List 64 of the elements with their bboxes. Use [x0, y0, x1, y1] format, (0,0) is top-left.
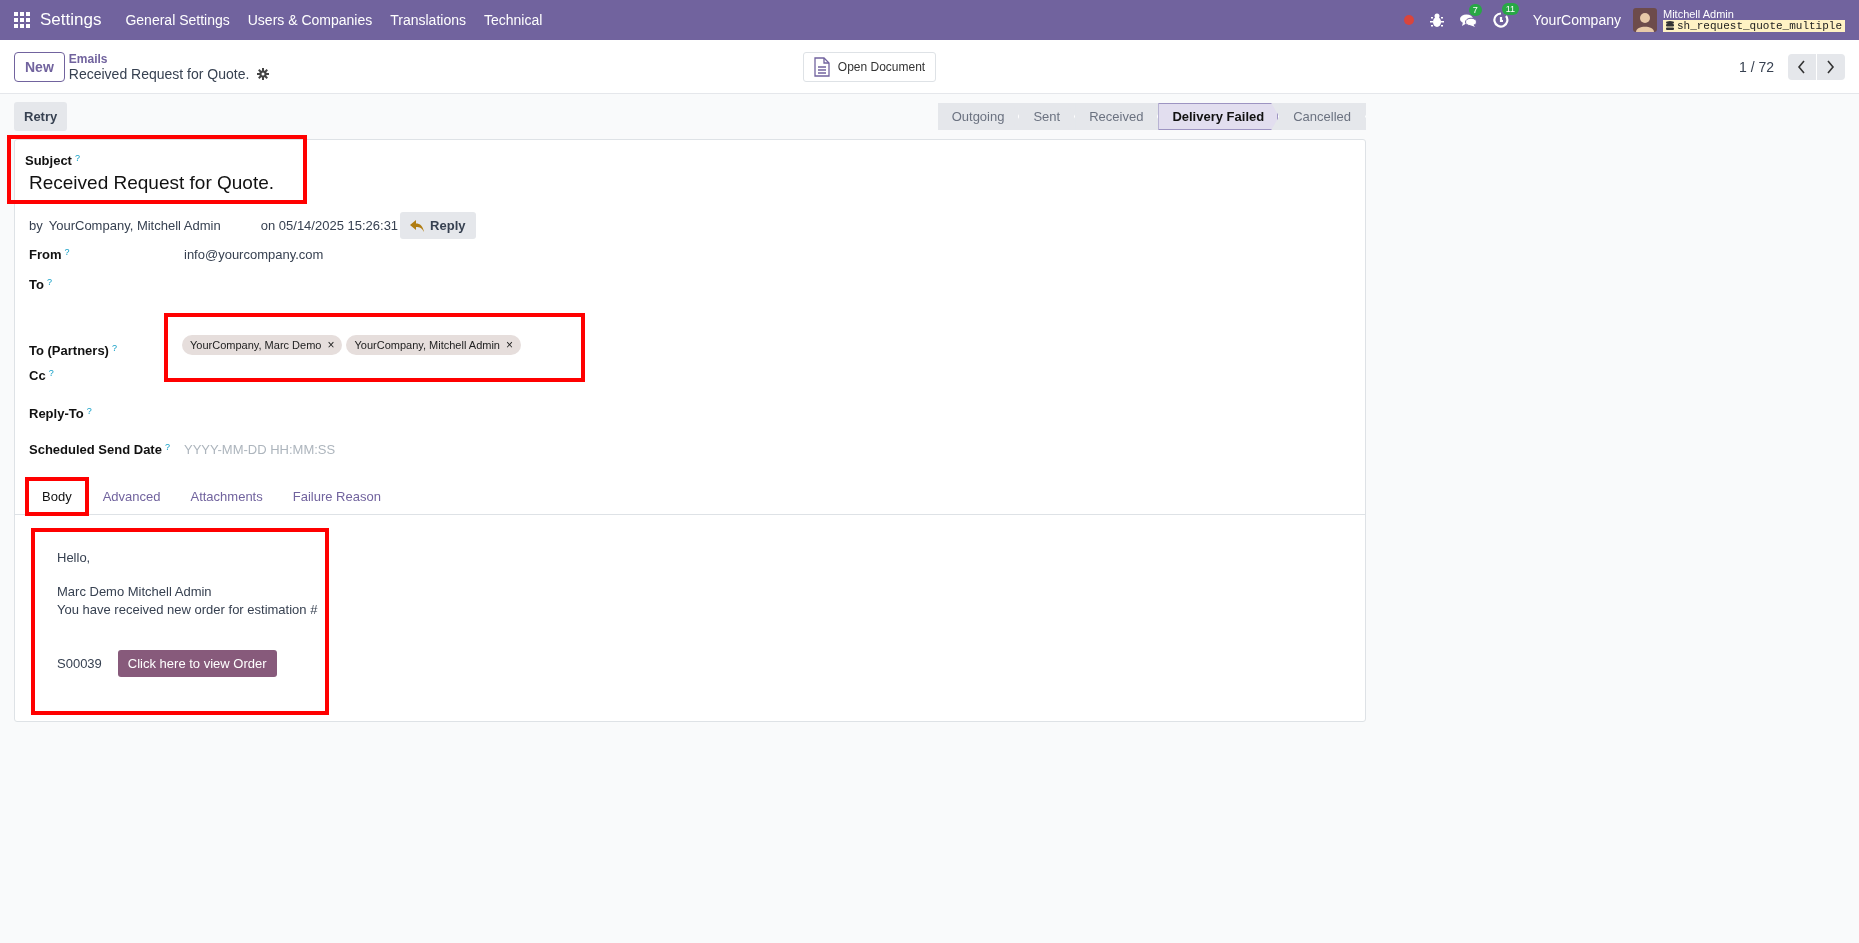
help-mark[interactable]: ?: [64, 247, 70, 257]
field-value: info@yourcompany.com: [184, 247, 324, 262]
document-icon: [813, 56, 830, 77]
company-name[interactable]: YourCompany: [1532, 12, 1621, 28]
body-text: Marc Demo Mitchell Admin: [57, 583, 213, 601]
new-button[interactable]: New: [14, 51, 65, 82]
avatar-icon[interactable]: [1632, 8, 1657, 32]
chevron-right-icon: [1826, 59, 1836, 74]
reply-arrow-icon: [410, 219, 425, 232]
tab[interactable]: Advanced: [87, 478, 176, 514]
gear-icon[interactable]: [257, 67, 270, 80]
app-menu-icon[interactable]: [14, 12, 30, 28]
database-name: sh_request_quote_multiple: [1676, 20, 1842, 33]
nav-menu-item[interactable]: General Settings: [125, 12, 230, 28]
help-mark[interactable]: ?: [48, 368, 54, 378]
help-mark[interactable]: ?: [164, 442, 170, 452]
chevron-left-icon: [1797, 59, 1807, 74]
author-name: YourCompany, Mitchell Admin: [48, 218, 222, 233]
field-label: Subject: [25, 153, 72, 168]
help-mark[interactable]: ?: [86, 406, 92, 416]
nav-menu-item[interactable]: Users & Companies: [247, 12, 373, 28]
reply-button[interactable]: Reply: [400, 212, 476, 239]
app-name[interactable]: Settings: [40, 10, 102, 30]
nav-menu-item[interactable]: Translations: [390, 12, 466, 28]
help-mark[interactable]: ?: [74, 153, 80, 163]
clock-icon[interactable]: [1492, 12, 1509, 28]
view-order-button[interactable]: Click here to view Order: [117, 650, 277, 677]
tag-label: YourCompany, Mitchell Admin: [354, 339, 500, 351]
remove-tag-button[interactable]: ×: [327, 338, 335, 352]
order-number: S00039: [57, 656, 102, 671]
breadcrumb-link[interactable]: Emails: [68, 51, 270, 66]
record-title: Received Request for Quote.: [68, 65, 250, 82]
field-label: To: [29, 277, 44, 292]
database-icon: [1665, 21, 1674, 32]
help-mark[interactable]: ?: [46, 277, 52, 287]
nav-menu-item[interactable]: Technical: [484, 12, 543, 28]
sent-date: on 05/14/2025 15:26:31: [260, 218, 399, 233]
help-mark[interactable]: ?: [111, 343, 117, 353]
user-name[interactable]: Mitchell Admin: [1662, 7, 1845, 20]
status-dot[interactable]: [1403, 15, 1414, 25]
subject-value: Received Request for Quote.: [29, 172, 276, 194]
previous-button[interactable]: [1788, 53, 1816, 80]
remove-tag-button[interactable]: ×: [506, 338, 513, 352]
field-label: From: [29, 247, 62, 262]
body-text: Hello,: [57, 550, 92, 565]
field-label: Scheduled Send Date: [29, 442, 162, 457]
field-label: To (Partners): [29, 343, 109, 358]
chat-icon[interactable]: [1459, 12, 1477, 28]
tab[interactable]: Failure Reason: [277, 478, 396, 514]
body-text: You have received new order for estimation #: [57, 601, 319, 619]
by-label: by: [29, 218, 43, 233]
count-badge: 11: [1501, 3, 1520, 15]
pager-value: 1 / 72: [1738, 58, 1774, 75]
next-button[interactable]: [1817, 53, 1845, 80]
bug-icon[interactable]: [1429, 12, 1444, 28]
field-label: Reply-To: [29, 406, 84, 421]
status-stage[interactable]: Delivery Failed: [1158, 103, 1280, 130]
field-label: Cc: [29, 368, 46, 383]
tab[interactable]: Attachments: [175, 478, 278, 514]
retry-button[interactable]: Retry: [14, 102, 68, 131]
tag-label: YourCompany, Marc Demo: [190, 339, 322, 351]
open-document-button[interactable]: Open Document: [802, 51, 937, 82]
tab[interactable]: Body: [26, 478, 88, 515]
count-badge: 7: [1468, 3, 1482, 16]
